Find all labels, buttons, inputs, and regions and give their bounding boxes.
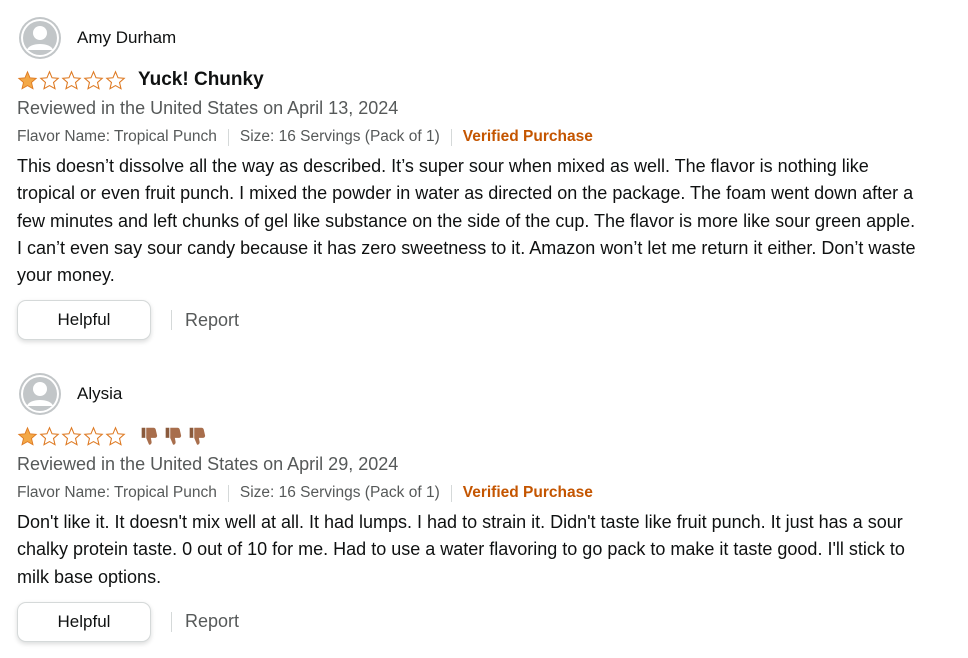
reviewer-name[interactable]: Alysia: [77, 384, 122, 404]
star-rating[interactable]: [17, 425, 126, 447]
divider: [227, 128, 229, 146]
review-body: This doesn’t dissolve all the way as des…: [17, 156, 916, 286]
helpful-button[interactable]: Helpful: [17, 601, 151, 642]
divider: [171, 310, 172, 331]
divider: [450, 128, 452, 146]
divider: [171, 611, 172, 632]
review-card: Amy Durham Yuck! Chunky Reviewed in the …: [17, 17, 917, 341]
size-label[interactable]: Size: 16 Servings (Pack of 1): [240, 128, 440, 146]
review-date: Reviewed in the United States on April 2…: [17, 454, 399, 474]
star-filled-icon: [17, 70, 38, 90]
star-empty-icon: [39, 425, 60, 446]
report-link[interactable]: Report: [185, 611, 239, 632]
report-link[interactable]: Report: [185, 310, 239, 331]
reviewer-profile[interactable]: Amy Durham: [17, 17, 917, 59]
product-format[interactable]: Flavor Name: Tropical Punch Size: 16 Ser…: [17, 126, 917, 148]
star-empty-icon: [83, 69, 104, 90]
reviewer-profile[interactable]: Alysia: [17, 373, 917, 415]
divider: [227, 484, 229, 502]
star-empty-icon: [105, 69, 126, 90]
star-empty-icon: [39, 69, 60, 90]
helpful-button[interactable]: Helpful: [17, 300, 151, 341]
default-avatar-icon: [19, 17, 61, 59]
default-avatar-icon: [19, 373, 61, 415]
thumbs-down-icon: [141, 427, 158, 445]
review-date: Reviewed in the United States on April 1…: [17, 98, 399, 118]
thumbs-down-icon: [165, 427, 182, 445]
size-label[interactable]: Size: 16 Servings (Pack of 1): [240, 484, 440, 502]
star-rating[interactable]: [17, 69, 126, 91]
review-title[interactable]: [138, 425, 208, 447]
review-card: Alysia Reviewed in the United States on …: [17, 373, 917, 642]
flavor-label[interactable]: Flavor Name: Tropical Punch: [17, 128, 217, 146]
star-filled-icon: [17, 426, 38, 446]
review-body: Don't like it. It doesn't mix well at al…: [17, 512, 905, 587]
verified-purchase-badge[interactable]: Verified Purchase: [463, 484, 593, 502]
star-empty-icon: [105, 425, 126, 446]
review-title[interactable]: Yuck! Chunky: [138, 69, 264, 91]
star-empty-icon: [61, 425, 82, 446]
verified-purchase-badge[interactable]: Verified Purchase: [463, 128, 593, 146]
star-empty-icon: [83, 425, 104, 446]
divider: [450, 484, 452, 502]
thumbs-down-icon: [189, 427, 206, 445]
product-format[interactable]: Flavor Name: Tropical Punch Size: 16 Ser…: [17, 482, 917, 504]
reviewer-name[interactable]: Amy Durham: [77, 28, 176, 48]
star-empty-icon: [61, 69, 82, 90]
flavor-label[interactable]: Flavor Name: Tropical Punch: [17, 484, 217, 502]
